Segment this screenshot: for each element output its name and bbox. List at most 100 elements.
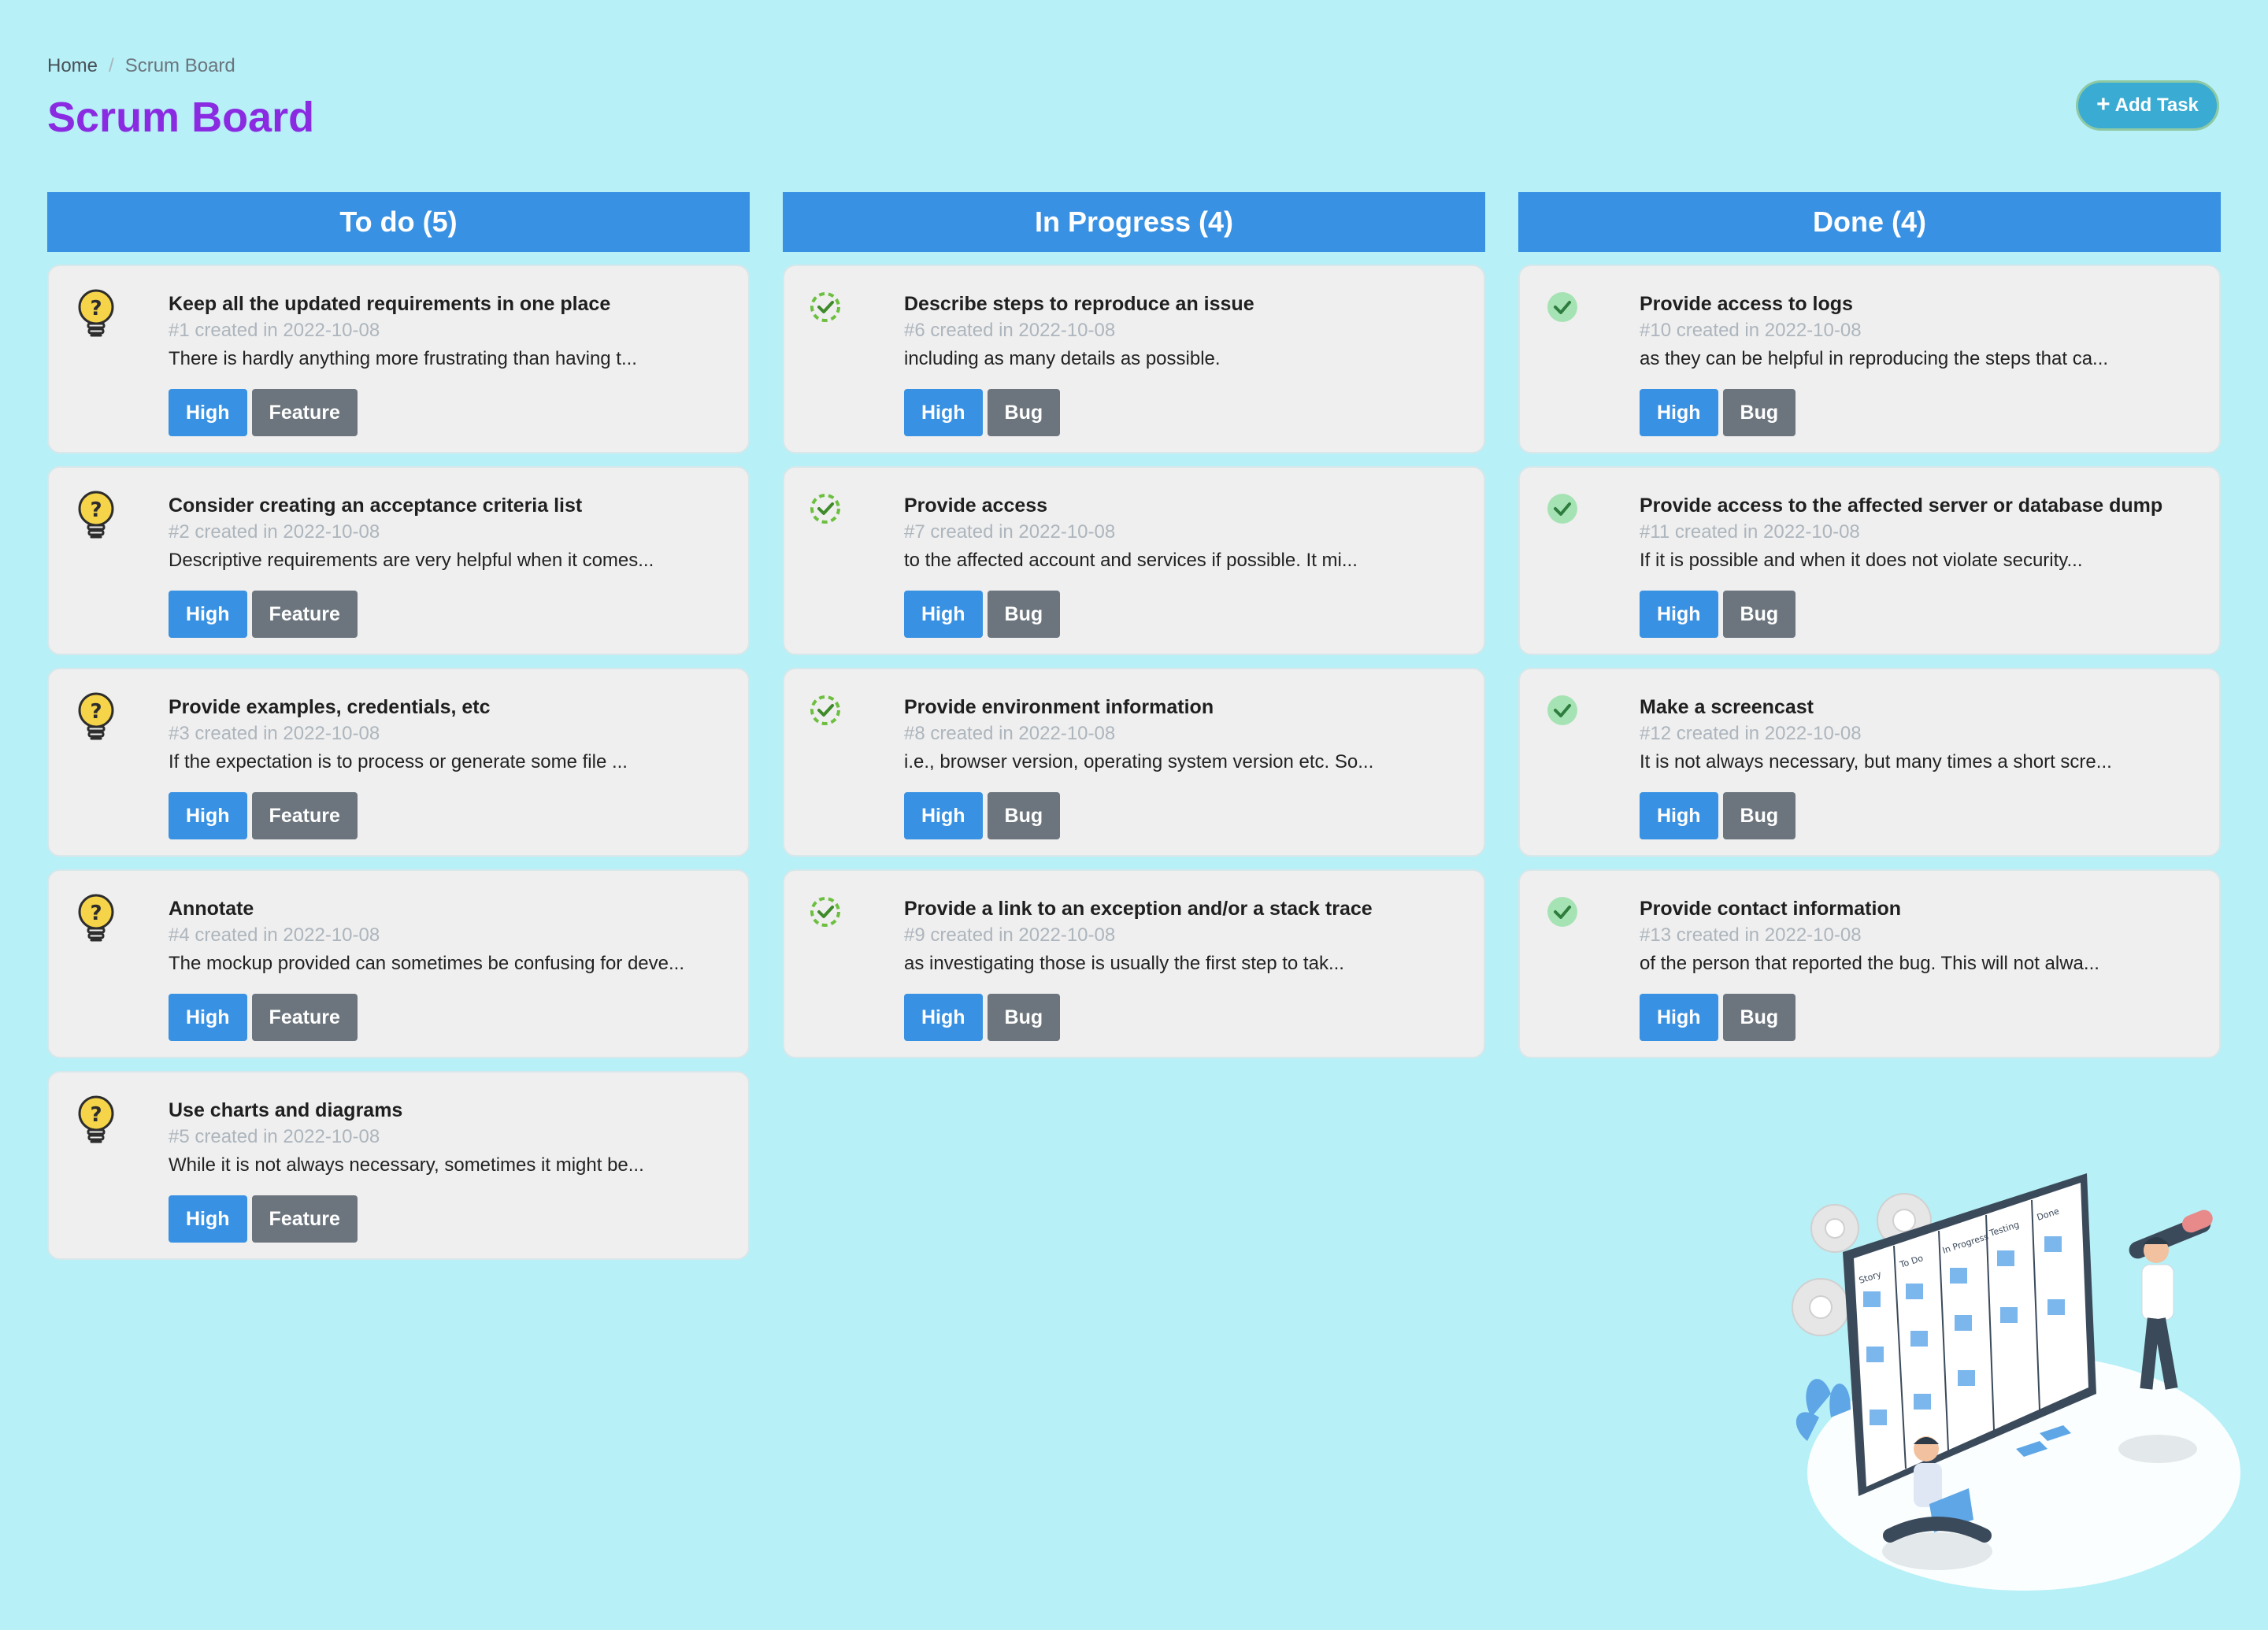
task-description: The mockup provided can sometimes be con…: [169, 953, 685, 974]
done-check-icon: [1544, 488, 1591, 543]
column-header: To do (5): [47, 192, 750, 252]
column-todo: To do (5) ? Keep all the updated require…: [47, 192, 750, 1260]
task-title: Provide access to the affected server or…: [1640, 495, 2163, 517]
priority-tag[interactable]: High: [1640, 591, 1718, 638]
progress-check-icon: [808, 891, 855, 947]
task-card[interactable]: Provide access #7 created in 2022-10-08 …: [783, 466, 1485, 655]
done-check-icon: [1544, 891, 1591, 947]
type-tag[interactable]: Bug: [987, 792, 1061, 839]
priority-tag[interactable]: High: [1640, 792, 1718, 839]
task-description: If the expectation is to process or gene…: [169, 751, 628, 772]
add-task-button[interactable]: + Add Task: [2076, 80, 2219, 131]
task-description: including as many details as possible.: [904, 348, 1221, 369]
priority-tag[interactable]: High: [169, 1195, 247, 1243]
task-tags: High Bug: [1640, 792, 2196, 839]
task-card-body: Provide examples, credentials, etc #3 cr…: [169, 695, 724, 839]
task-card[interactable]: Provide access to the affected server or…: [1518, 466, 2221, 655]
task-card[interactable]: ? Provide examples, credentials, etc #3 …: [47, 668, 750, 857]
page-title: Scrum Board: [47, 94, 315, 141]
task-card[interactable]: ? Consider creating an acceptance criter…: [47, 466, 750, 655]
done-check-icon: [1544, 690, 1591, 745]
task-tags: High Bug: [1640, 389, 2196, 436]
lightbulb-question-icon: ?: [72, 690, 120, 745]
type-tag[interactable]: Bug: [987, 389, 1061, 436]
task-card[interactable]: Make a screencast #12 created in 2022-10…: [1518, 668, 2221, 857]
task-card-body: Provide access to logs #10 created in 20…: [1640, 291, 2196, 436]
priority-tag[interactable]: High: [169, 389, 247, 436]
lightbulb-question-icon: ?: [72, 287, 120, 342]
priority-tag[interactable]: High: [904, 994, 983, 1041]
priority-tag[interactable]: High: [904, 591, 983, 638]
type-tag[interactable]: Feature: [251, 792, 358, 839]
task-card-body: Provide a link to an exception and/or a …: [904, 896, 1460, 1041]
priority-tag[interactable]: High: [169, 591, 247, 638]
type-tag[interactable]: Bug: [1722, 389, 1796, 436]
task-meta: #7 created in 2022-10-08: [904, 521, 1116, 543]
type-tag[interactable]: Bug: [987, 591, 1061, 638]
task-card-body: Consider creating an acceptance criteria…: [169, 493, 724, 638]
task-tags: High Feature: [169, 1195, 724, 1243]
scrum-board-illustration-icon: Story To Do In Progress Testing Done: [1792, 1173, 2240, 1591]
task-card-body: Make a screencast #12 created in 2022-10…: [1640, 695, 2196, 839]
task-meta: #5 created in 2022-10-08: [169, 1126, 380, 1147]
task-card[interactable]: Provide contact information #13 created …: [1518, 869, 2221, 1058]
type-tag[interactable]: Feature: [251, 1195, 358, 1243]
svg-text:?: ?: [90, 1103, 102, 1127]
task-description: of the person that reported the bug. Thi…: [1640, 953, 2099, 974]
column-header: In Progress (4): [783, 192, 1485, 252]
task-description: It is not always necessary, but many tim…: [1640, 751, 2112, 772]
task-card-body: Provide environment information #8 creat…: [904, 695, 1460, 839]
task-tags: High Bug: [904, 389, 1460, 436]
task-card[interactable]: ? Keep all the updated requirements in o…: [47, 265, 750, 454]
type-tag[interactable]: Bug: [1722, 792, 1796, 839]
priority-tag[interactable]: High: [169, 792, 247, 839]
task-tags: High Bug: [1640, 591, 2196, 638]
task-title: Make a screencast: [1640, 696, 1814, 718]
task-title: Annotate: [169, 898, 254, 920]
task-card-body: Use charts and diagrams #5 created in 20…: [169, 1098, 724, 1243]
task-tags: High Feature: [169, 792, 724, 839]
type-tag[interactable]: Feature: [251, 591, 358, 638]
task-title: Use charts and diagrams: [169, 1099, 403, 1121]
column-count: (4): [1892, 206, 1926, 238]
task-title: Provide a link to an exception and/or a …: [904, 898, 1373, 920]
task-card[interactable]: ? Use charts and diagrams #5 created in …: [47, 1071, 750, 1260]
priority-tag[interactable]: High: [904, 389, 983, 436]
column-title: Done: [1813, 206, 1884, 238]
breadcrumb-home-link[interactable]: Home: [47, 55, 98, 77]
type-tag[interactable]: Bug: [1722, 994, 1796, 1041]
task-meta: #4 created in 2022-10-08: [169, 924, 380, 946]
type-tag[interactable]: Feature: [251, 994, 358, 1041]
task-card-body: Keep all the updated requirements in one…: [169, 291, 724, 436]
task-card[interactable]: Provide environment information #8 creat…: [783, 668, 1485, 857]
task-description: While it is not always necessary, someti…: [169, 1154, 644, 1176]
lightbulb-question-icon: ?: [72, 488, 120, 543]
done-check-icon: [1544, 287, 1591, 342]
task-tags: High Feature: [169, 994, 724, 1041]
type-tag[interactable]: Bug: [987, 994, 1061, 1041]
task-tags: High Feature: [169, 591, 724, 638]
task-meta: #10 created in 2022-10-08: [1640, 320, 1862, 341]
progress-check-icon: [808, 488, 855, 543]
plus-icon: +: [2096, 91, 2110, 117]
task-card[interactable]: Provide access to logs #10 created in 20…: [1518, 265, 2221, 454]
task-card[interactable]: Describe steps to reproduce an issue #6 …: [783, 265, 1485, 454]
priority-tag[interactable]: High: [169, 994, 247, 1041]
task-description: to the affected account and services if …: [904, 550, 1358, 571]
column-in-progress: In Progress (4) Describe steps to reprod…: [783, 192, 1485, 1058]
task-tags: High Bug: [904, 994, 1460, 1041]
type-tag[interactable]: Feature: [251, 389, 358, 436]
priority-tag[interactable]: High: [1640, 389, 1718, 436]
task-card-body: Provide access to the affected server or…: [1640, 493, 2196, 638]
lightbulb-question-icon: ?: [72, 1093, 120, 1148]
type-tag[interactable]: Bug: [1722, 591, 1796, 638]
lightbulb-question-icon: ?: [72, 891, 120, 947]
task-card[interactable]: Provide a link to an exception and/or a …: [783, 869, 1485, 1058]
task-meta: #2 created in 2022-10-08: [169, 521, 380, 543]
task-title: Provide contact information: [1640, 898, 1901, 920]
breadcrumb-current: Scrum Board: [124, 55, 235, 76]
priority-tag[interactable]: High: [904, 792, 983, 839]
task-meta: #12 created in 2022-10-08: [1640, 723, 1862, 744]
task-card[interactable]: ? Annotate #4 created in 2022-10-08 The …: [47, 869, 750, 1058]
priority-tag[interactable]: High: [1640, 994, 1718, 1041]
